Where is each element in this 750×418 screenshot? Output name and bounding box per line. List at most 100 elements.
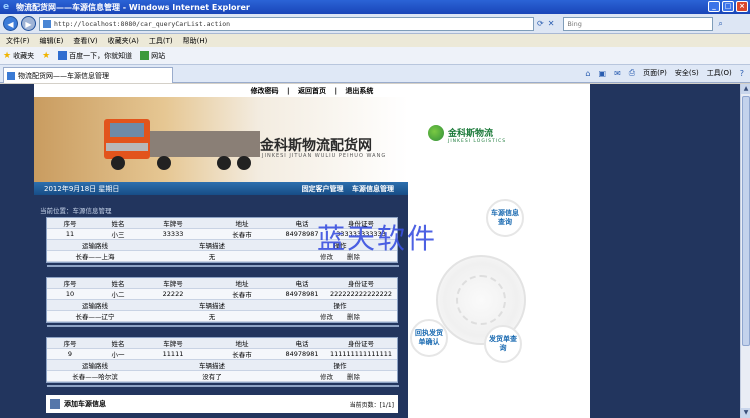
page-icon <box>43 19 51 28</box>
print-icon[interactable]: ⎙ <box>629 68 635 78</box>
col-idcard: 身份证号 <box>348 280 374 288</box>
current-date: 2012年9月18日 星期日 <box>44 184 120 193</box>
decorative-inner-circle <box>456 275 506 325</box>
cell-idcard: 222222222222222 <box>329 290 393 298</box>
add-vehicle-link[interactable]: 添加车源信息 <box>64 399 106 409</box>
menu-file[interactable]: 文件(F) <box>6 36 30 46</box>
cell-desc: 没有了 <box>202 373 222 381</box>
scroll-up-arrow[interactable]: ▲ <box>741 84 750 94</box>
web-slice-icon <box>140 51 150 60</box>
vertical-scrollbar[interactable]: ▲ ▼ <box>740 84 750 418</box>
menu-favorites[interactable]: 收藏夹(A) <box>108 36 139 46</box>
menu-edit[interactable]: 编辑(E) <box>40 36 64 46</box>
receipt-confirm-button[interactable]: 回执发货单确认 <box>410 319 448 357</box>
cell-address: 长春市 <box>232 291 252 299</box>
cell-plate: 11111 <box>162 350 184 358</box>
link-change-password[interactable]: 修改密码 <box>251 87 279 95</box>
tools-menu[interactable]: 工具(O) <box>707 68 732 78</box>
star-icon: ★ <box>3 50 12 61</box>
feeds-icon[interactable]: ▣ <box>599 69 607 78</box>
link-logout[interactable]: 退出系统 <box>345 87 373 95</box>
record-subheader-row: 运输路线 车辆描述 操作 <box>47 360 397 371</box>
nav-vehicle-info[interactable]: 车源信息管理 <box>352 185 394 193</box>
nav-fixed-customers[interactable]: 固定客户管理 <box>302 185 344 193</box>
col-id: 序号 <box>63 220 77 228</box>
record-separator <box>47 385 399 387</box>
scroll-down-arrow[interactable]: ▼ <box>741 408 750 418</box>
cell-route: 长春——辽宁 <box>75 313 115 321</box>
site-page: 修改密码 | 返回首页 | 退出系统 金科斯物流配货网 JINKESI JITU… <box>34 84 590 418</box>
window-title-bar: e 物流配货网——车源信息管理 - Windows Internet Explo… <box>0 0 750 14</box>
forward-button[interactable]: ▶ <box>21 16 36 31</box>
safety-menu[interactable]: 安全(S) <box>675 68 699 78</box>
favorites-button[interactable]: ★ 收藏夹 <box>3 51 34 61</box>
col-route: 运输路线 <box>82 302 108 310</box>
banner-logo-area: 金科斯物流 JINKESI LOGISTICS <box>408 97 590 182</box>
delete-link[interactable]: 删除 <box>347 313 360 321</box>
home-icon[interactable]: ⌂ <box>585 69 590 78</box>
address-bar[interactable]: http://localhost:8080/car_queryCarList.a… <box>39 16 534 31</box>
page-info: 当前页数：[1/1] <box>349 401 394 409</box>
cell-phone: 84978981 <box>285 290 319 298</box>
record-data-row: 9 小一 11111 长春市 84978981 111111111111111 <box>47 349 397 360</box>
col-name: 姓名 <box>111 340 125 348</box>
cell-route: 长春——哈尔滨 <box>72 373 118 381</box>
menu-bar: 文件(F) 编辑(E) 查看(V) 收藏夹(A) 工具(T) 帮助(H) <box>0 34 750 47</box>
menu-view[interactable]: 查看(V) <box>73 36 97 46</box>
col-idcard: 身份证号 <box>348 340 374 348</box>
address-icons: ⟳ ✕ <box>537 19 554 28</box>
col-desc: 车辆描述 <box>199 362 225 370</box>
window-title: 物流配货网——车源信息管理 - Windows Internet Explore… <box>16 2 250 12</box>
favorite-sites-label: 网站 <box>151 51 166 60</box>
minimize-button[interactable]: _ <box>708 1 720 12</box>
col-phone: 电话 <box>295 280 309 288</box>
top-links: 修改密码 | 返回首页 | 退出系统 <box>34 84 590 97</box>
delete-link[interactable]: 删除 <box>347 373 360 381</box>
record-separator <box>47 265 399 267</box>
scroll-thumb[interactable] <box>742 96 750 346</box>
search-input[interactable]: Bing <box>563 16 714 31</box>
add-vehicle-bar: 添加车源信息 当前页数：[1/1] <box>46 395 398 413</box>
mail-icon[interactable]: ✉ <box>614 69 621 78</box>
shipment-query-button[interactable]: 发货单查询 <box>484 325 522 363</box>
ie-icon: e <box>3 2 10 12</box>
record-detail-row: 长春——哈尔滨 没有了 修改 删除 <box>47 371 397 382</box>
maximize-button[interactable]: □ <box>722 1 734 12</box>
cell-id: 10 <box>65 290 75 298</box>
vehicle-query-button[interactable]: 车源信息查询 <box>486 199 524 237</box>
record-data-row: 10 小二 22222 长春市 84978981 222222222222222 <box>47 289 397 300</box>
cell-name: 小一 <box>111 351 125 359</box>
page-menu[interactable]: 页面(P) <box>643 68 667 78</box>
link-home[interactable]: 返回首页 <box>298 87 326 95</box>
search-icon[interactable]: ⌕ <box>718 19 722 29</box>
browser-tab[interactable]: 物流配货网——车源信息管理 <box>3 67 173 83</box>
cell-address: 长春市 <box>232 351 252 359</box>
back-button[interactable]: ◀ <box>3 16 18 31</box>
cell-route: 长春——上海 <box>75 253 115 261</box>
col-id: 序号 <box>63 340 77 348</box>
cell-desc: 无 <box>208 253 216 261</box>
col-route: 运输路线 <box>82 362 108 370</box>
cell-name: 小二 <box>111 291 125 299</box>
logo-icon <box>428 125 444 141</box>
edit-link[interactable]: 修改 <box>320 313 333 321</box>
close-button[interactable]: × <box>736 1 748 12</box>
record-separator <box>47 325 399 327</box>
refresh-icon[interactable]: ⟳ <box>537 19 544 28</box>
site-navbar: 2012年9月18日 星期日 固定客户管理 车源信息管理 <box>34 182 408 195</box>
help-icon[interactable]: ? <box>740 69 744 78</box>
favorites-bar: ★ 收藏夹 ★ 百度一下，你就知道 网站 <box>0 47 750 65</box>
record-detail-row: 长春——辽宁 无 修改 删除 <box>47 311 397 322</box>
search-placeholder: Bing <box>567 19 582 28</box>
add-favorite-icon[interactable]: ★ <box>42 51 50 61</box>
cell-plate: 22222 <box>162 290 184 298</box>
menu-tools[interactable]: 工具(T) <box>149 36 173 46</box>
favorite-baidu[interactable]: 百度一下，你就知道 <box>58 51 132 61</box>
stop-icon[interactable]: ✕ <box>548 19 555 28</box>
cell-phone: 84978981 <box>285 350 319 358</box>
record-header-row: 序号 姓名 车牌号 地址 电话 身份证号 <box>47 278 397 289</box>
favorite-sites[interactable]: 网站 <box>140 51 165 61</box>
baidu-icon <box>58 51 68 60</box>
edit-link[interactable]: 修改 <box>320 373 333 381</box>
menu-help[interactable]: 帮助(H) <box>183 36 208 46</box>
